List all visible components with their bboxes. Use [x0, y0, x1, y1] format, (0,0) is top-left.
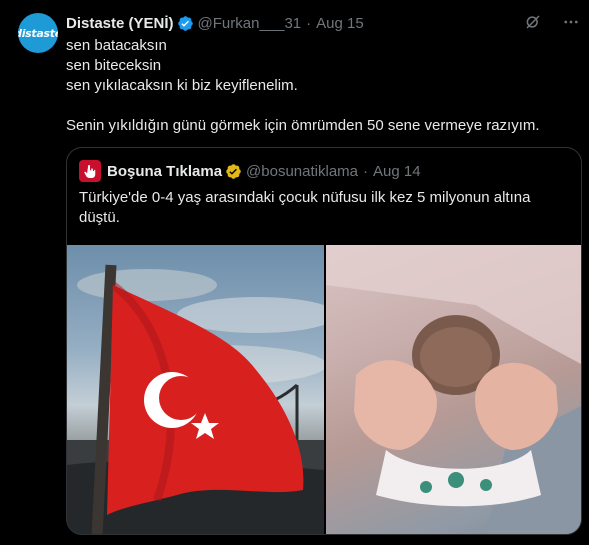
quoted-tweet-text: Türkiye'de 0-4 yaş arasındaki çocuk nüfu…	[79, 189, 531, 226]
avatar-logo-text: distaste	[18, 26, 58, 40]
quoted-author-name[interactable]: Boşuna Tıklama	[107, 163, 222, 180]
tweet-text: sen batacaksın sen biteceksin sen yıkıla…	[66, 36, 576, 136]
author-avatar[interactable]: distaste	[18, 13, 58, 53]
quoted-tweet-date[interactable]: Aug 14	[373, 163, 421, 180]
tweet-header: Distaste (YENİ) @Furkan___31 · Aug 15	[66, 13, 364, 33]
pointer-hand-icon	[84, 165, 96, 178]
quoted-tweet-header: Boşuna Tıklama @bosunatiklama · Aug 14	[79, 160, 421, 182]
grok-icon[interactable]	[523, 12, 543, 32]
tweet-text-line: sen batacaksın	[66, 37, 167, 54]
baby-hands-image[interactable]	[326, 245, 581, 534]
header-actions	[523, 12, 581, 32]
verified-badge-icon	[177, 15, 193, 31]
quoted-author-avatar[interactable]	[79, 160, 101, 182]
tweet-text-line: sen yıkılacaksın ki biz keyiflenelim.	[66, 77, 298, 94]
gold-verified-badge-icon	[226, 163, 241, 179]
tweet-date[interactable]: Aug 15	[316, 15, 364, 32]
tweet-text-line: Senin yıkıldığın günü görmek için ömrümd…	[66, 117, 540, 134]
tweet: distaste Distaste (YENİ) @Furkan___31 · …	[0, 0, 589, 545]
separator-dot: ·	[363, 162, 368, 180]
author-handle[interactable]: @Furkan___31	[198, 15, 302, 32]
tweet-text-line: sen biteceksin	[66, 57, 162, 74]
author-name[interactable]: Distaste (YENİ)	[66, 15, 174, 32]
separator-dot: ·	[306, 14, 312, 32]
quoted-tweet-media	[67, 245, 581, 534]
turkish-flag-image[interactable]	[67, 245, 324, 534]
quoted-author-handle[interactable]: @bosunatiklama	[246, 163, 358, 180]
quoted-tweet[interactable]: Boşuna Tıklama @bosunatiklama · Aug 14 T…	[66, 147, 582, 535]
more-icon[interactable]	[561, 12, 581, 32]
